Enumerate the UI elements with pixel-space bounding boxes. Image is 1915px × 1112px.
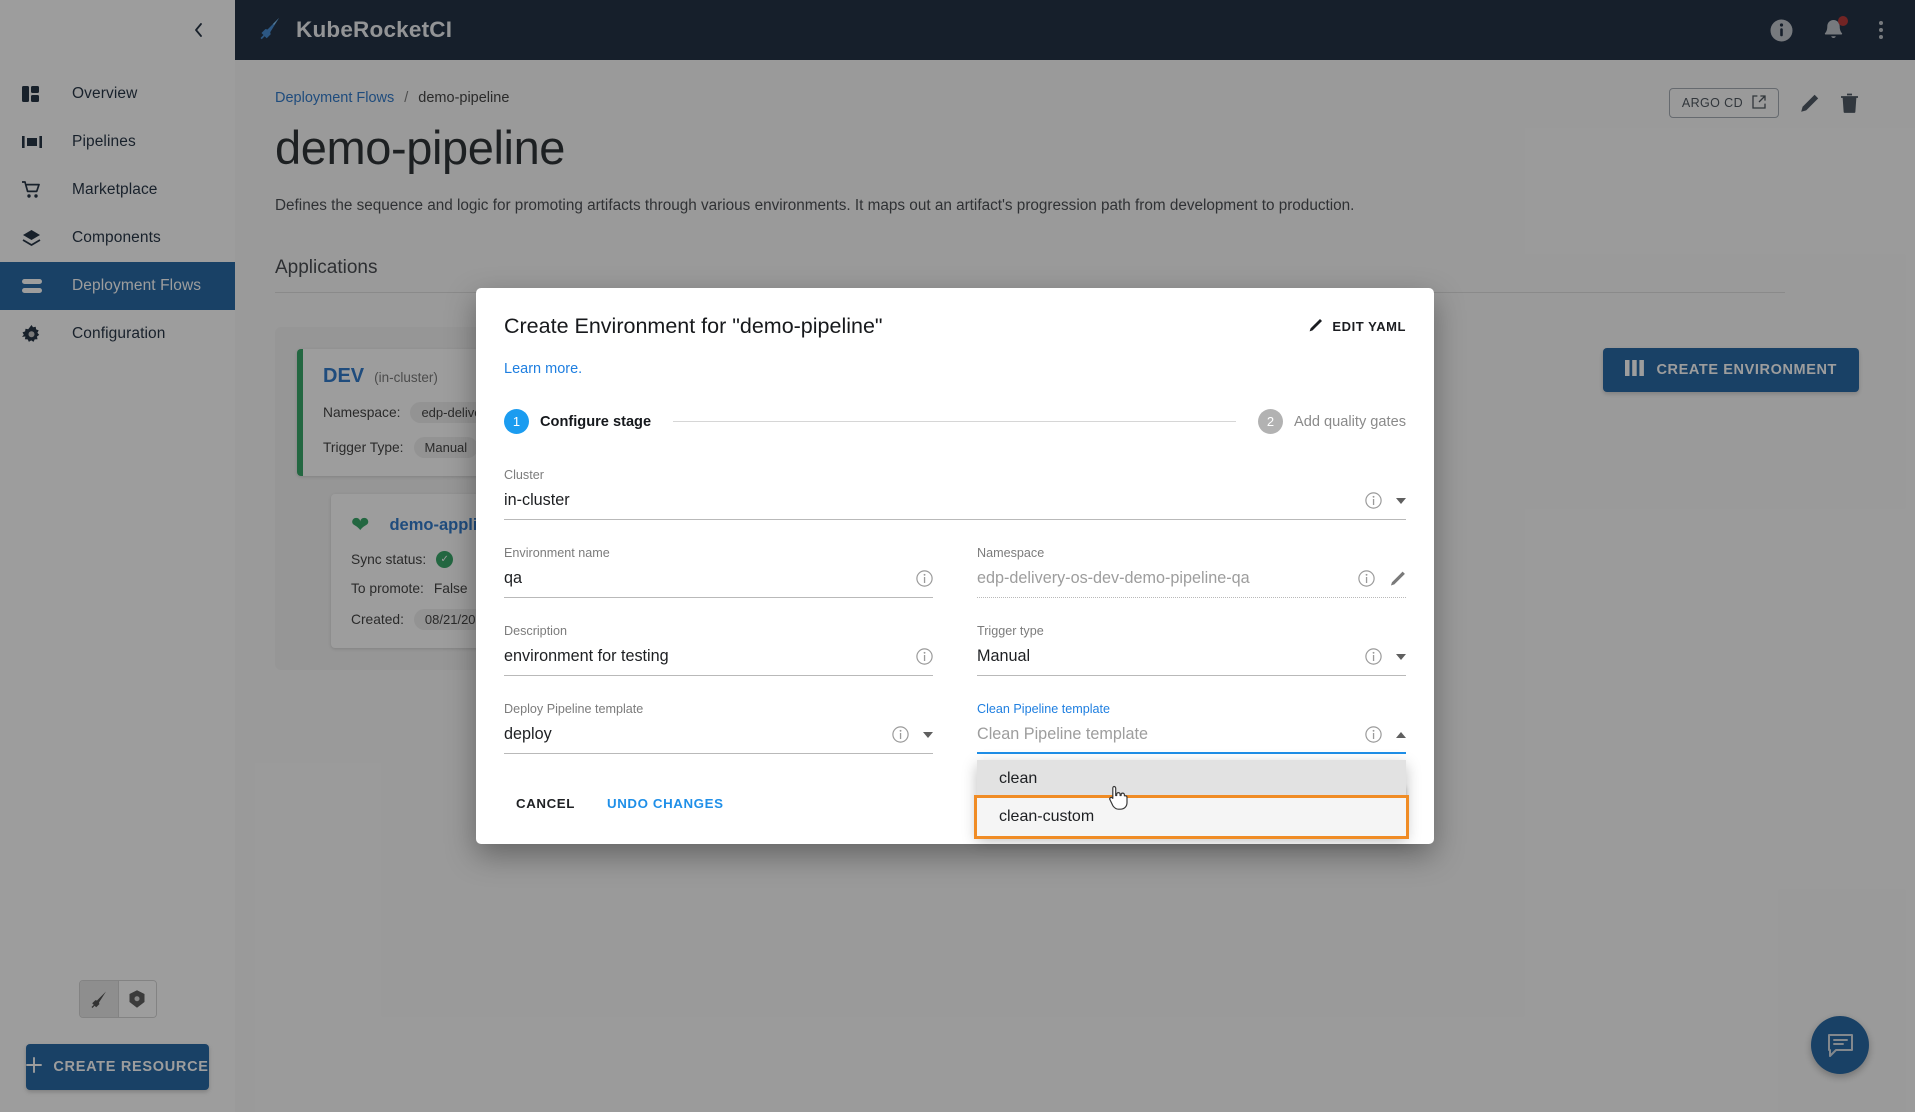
step-number: 1 [504, 409, 529, 434]
environment-name-input-wrap[interactable]: qa [504, 569, 933, 598]
trigger-type-select[interactable]: Manual [977, 647, 1406, 676]
info-outline-icon[interactable] [1358, 570, 1375, 587]
app-root: Overview Pipelines Marketplace Component… [0, 0, 1915, 1112]
clean-pipeline-template-placeholder: Clean Pipeline template [977, 725, 1355, 744]
stepper-connector [673, 421, 1236, 422]
form-row-description-trigger: Description environment for testing Trig… [504, 624, 1406, 702]
step-configure-stage[interactable]: 1 Configure stage [504, 409, 651, 434]
info-outline-icon[interactable] [1365, 492, 1382, 509]
description-input[interactable]: environment for testing [504, 647, 906, 666]
field-deploy-pipeline-template: Deploy Pipeline template deploy [504, 702, 933, 780]
cluster-select[interactable]: in-cluster [504, 491, 1406, 520]
step-label: Configure stage [540, 414, 651, 430]
edit-yaml-label: EDIT YAML [1332, 319, 1406, 334]
namespace-label: Namespace [977, 546, 1406, 560]
environment-name-adornments [916, 570, 933, 587]
environment-name-label: Environment name [504, 546, 933, 560]
step-label: Add quality gates [1294, 414, 1406, 430]
info-outline-icon[interactable] [916, 570, 933, 587]
cluster-value: in-cluster [504, 491, 1355, 510]
form-row-pipeline-templates: Deploy Pipeline template deploy Clean Pi… [504, 702, 1406, 780]
field-trigger-type: Trigger type Manual [977, 624, 1406, 702]
info-outline-icon[interactable] [892, 726, 909, 743]
cluster-label: Cluster [504, 468, 1406, 482]
deploy-pipeline-template-adornments [892, 726, 933, 743]
clean-pipeline-template-adornments [1365, 726, 1406, 743]
trigger-type-value: Manual [977, 647, 1355, 666]
deploy-pipeline-template-select[interactable]: deploy [504, 725, 933, 754]
clean-pipeline-template-label: Clean Pipeline template [977, 702, 1406, 716]
cancel-button[interactable]: CANCEL [504, 787, 587, 820]
dialog-header: Create Environment for "demo-pipeline" E… [504, 314, 1406, 339]
pencil-icon[interactable] [1389, 570, 1406, 587]
clean-pipeline-template-select[interactable]: Clean Pipeline template [977, 725, 1406, 754]
learn-more-link[interactable]: Learn more. [504, 361, 1406, 377]
dropdown-option-clean-custom[interactable]: clean-custom [977, 798, 1406, 836]
chevron-up-icon[interactable] [1396, 732, 1406, 738]
chevron-down-icon[interactable] [1396, 654, 1406, 660]
description-adornments [916, 648, 933, 665]
chevron-down-icon[interactable] [923, 732, 933, 738]
namespace-adornments [1358, 570, 1406, 587]
environment-name-input[interactable]: qa [504, 569, 906, 588]
namespace-input-placeholder: edp-delivery-os-dev-demo-pipeline-qa [977, 569, 1348, 588]
undo-changes-button[interactable]: UNDO CHANGES [595, 787, 736, 820]
info-outline-icon[interactable] [1365, 648, 1382, 665]
deploy-pipeline-template-label: Deploy Pipeline template [504, 702, 933, 716]
description-input-wrap[interactable]: environment for testing [504, 647, 933, 676]
step-number: 2 [1258, 409, 1283, 434]
namespace-input-wrap[interactable]: edp-delivery-os-dev-demo-pipeline-qa [977, 569, 1406, 598]
field-cluster: Cluster in-cluster [504, 468, 1406, 546]
step-add-quality-gates[interactable]: 2 Add quality gates [1258, 409, 1406, 434]
field-namespace: Namespace edp-delivery-os-dev-demo-pipel… [977, 546, 1406, 624]
configure-stage-form: Cluster in-cluster Environment name [504, 468, 1406, 780]
field-description: Description environment for testing [504, 624, 933, 702]
form-row-cluster: Cluster in-cluster [504, 468, 1406, 546]
info-outline-icon[interactable] [916, 648, 933, 665]
trigger-type-adornments [1365, 648, 1406, 665]
description-label: Description [504, 624, 933, 638]
dialog-title: Create Environment for "demo-pipeline" [504, 314, 883, 339]
deploy-pipeline-template-value: deploy [504, 725, 882, 744]
dialog-stepper: 1 Configure stage 2 Add quality gates [504, 409, 1406, 434]
field-environment-name: Environment name qa [504, 546, 933, 624]
chevron-down-icon[interactable] [1396, 498, 1406, 504]
dropdown-option-clean[interactable]: clean [977, 760, 1406, 798]
create-environment-dialog: Create Environment for "demo-pipeline" E… [476, 288, 1434, 844]
edit-yaml-button[interactable]: EDIT YAML [1308, 318, 1406, 336]
clean-pipeline-template-dropdown: clean clean-custom [977, 760, 1406, 836]
form-row-name-namespace: Environment name qa Namespace edp-delive… [504, 546, 1406, 624]
trigger-type-label: Trigger type [977, 624, 1406, 638]
pencil-icon [1308, 318, 1323, 336]
cluster-adornments [1365, 492, 1406, 509]
field-clean-pipeline-template: Clean Pipeline template Clean Pipeline t… [977, 702, 1406, 780]
info-outline-icon[interactable] [1365, 726, 1382, 743]
